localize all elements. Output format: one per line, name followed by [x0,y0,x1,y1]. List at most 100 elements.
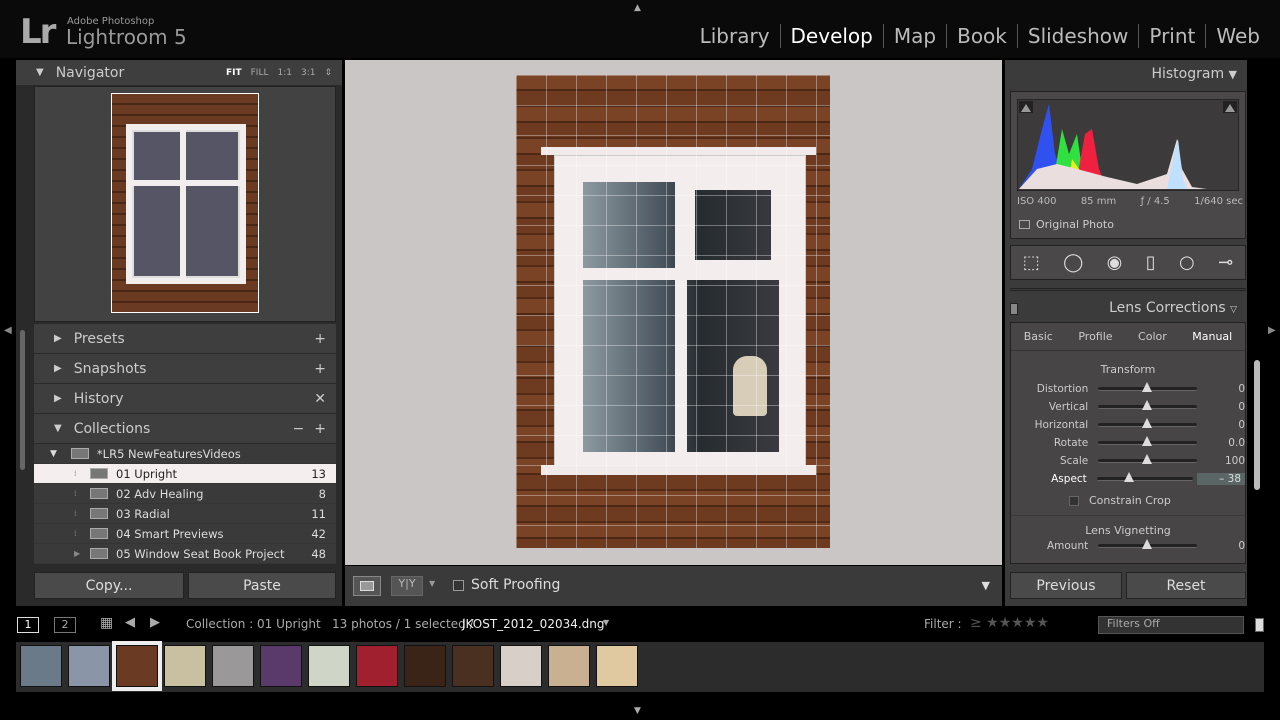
slider-vertical[interactable]: Vertical 0 [1011,398,1245,416]
slider-track[interactable] [1098,436,1197,446]
photo-canvas[interactable] [345,60,1002,565]
module-library[interactable]: Library [690,24,780,48]
right-panel-scrollbar[interactable] [1254,360,1260,490]
zoom-fill[interactable]: FILL [251,68,269,78]
module-print[interactable]: Print [1138,24,1205,48]
slider-track[interactable] [1096,472,1194,482]
module-book[interactable]: Book [946,24,1017,48]
collapse-bottom-arrow-icon[interactable]: ▼ [634,706,641,716]
slider-knob[interactable] [1142,382,1153,392]
lens-tab-color[interactable]: Color [1138,330,1167,343]
filmstrip-thumbnail[interactable] [548,645,590,687]
right-panel-toggle-icon[interactable]: ▶ [1268,325,1276,336]
soft-proofing-checkbox[interactable] [453,580,464,591]
filter-preset-select[interactable]: Filters Off [1098,616,1244,634]
lens-corrections-header[interactable]: Lens Corrections ▽ [1109,300,1237,316]
slider-knob[interactable] [1142,436,1153,446]
filmstrip-thumbnail[interactable] [260,645,302,687]
constrain-crop-checkbox[interactable] [1069,495,1079,506]
grid-view-icon[interactable]: ▦ [100,615,113,631]
presets-header[interactable]: ▶ Presets + [34,324,336,354]
add-collection-icon[interactable]: + [314,421,326,437]
slider-aspect[interactable]: Aspect – 38 [1011,470,1245,488]
collection-set[interactable]: ▼ *LR5 NewFeaturesVideos [34,444,336,464]
slider-horizontal[interactable]: Horizontal 0 [1011,416,1245,434]
previous-button[interactable]: Previous [1010,572,1122,599]
left-panel-scrollbar[interactable] [20,330,25,470]
collection-item[interactable]: ⁞ 02 Adv Healing 8 [34,484,336,504]
filename-dropdown-icon[interactable]: ▼ [603,618,609,627]
slider-knob[interactable] [1142,539,1153,549]
loupe-view-button[interactable] [353,576,381,596]
filmstrip-thumbnail[interactable] [500,645,542,687]
filmstrip-thumbnail[interactable] [68,645,110,687]
slider-track[interactable] [1098,418,1197,428]
copy-button[interactable]: Copy... [34,572,184,599]
slider-amount[interactable]: Amount 0 [1011,537,1245,555]
slider-scale[interactable]: Scale 100 [1011,452,1245,470]
slider-track[interactable] [1098,400,1197,410]
spot-removal-icon[interactable]: ◯ [1063,252,1083,273]
collection-item[interactable]: ⁞ 04 Smart Previews 42 [34,524,336,544]
lens-tab-manual[interactable]: Manual [1192,330,1232,343]
filter-lock-toggle[interactable] [1255,618,1264,632]
lens-tab-basic[interactable]: Basic [1024,330,1053,343]
rating-filter-stars[interactable]: ≥ ★★★★★ [970,615,1049,631]
slider-value[interactable]: – 38 [1197,473,1245,485]
red-eye-icon[interactable]: ◉ [1107,252,1123,273]
graduated-filter-icon[interactable]: ▯ [1146,252,1156,273]
paste-button[interactable]: Paste [188,572,336,599]
remove-collection-icon[interactable]: − [293,421,305,437]
zoom-3-1[interactable]: 3:1 [301,68,315,78]
left-panel-toggle-icon[interactable]: ◀ [4,325,12,336]
module-slideshow[interactable]: Slideshow [1016,24,1139,48]
collection-item[interactable]: ⁞ 03 Radial 11 [34,504,336,524]
lens-tab-profile[interactable]: Profile [1078,330,1112,343]
filmstrip-thumbnail[interactable] [596,645,638,687]
slider-track[interactable] [1098,454,1197,464]
add-preset-icon[interactable]: + [314,331,326,347]
collection-item[interactable]: ⁞ 01 Upright 13 [34,464,336,484]
histogram-header[interactable]: Histogram ▼ [1151,66,1237,82]
panel-toggle-switch[interactable] [1010,303,1018,315]
adjustment-brush-icon[interactable]: ⊸ [1218,252,1233,273]
back-arrow-icon[interactable]: ◀ [125,615,135,630]
module-map[interactable]: Map [882,24,946,48]
view-options-dropdown-icon[interactable]: ▼ [429,579,435,588]
constrain-crop-row[interactable]: Constrain Crop [1069,494,1245,507]
add-snapshot-icon[interactable]: + [314,361,326,377]
zoom-1-1[interactable]: 1:1 [277,68,291,78]
filmstrip-thumbnail[interactable] [212,645,254,687]
window-1-button[interactable]: 1 [17,617,39,633]
collapse-top-arrow-icon[interactable]: ▲ [634,3,641,13]
history-header[interactable]: ▶ History ✕ [34,384,336,414]
snapshots-header[interactable]: ▶ Snapshots + [34,354,336,384]
crop-overlay-icon[interactable]: ⬚ [1023,252,1040,273]
slider-knob[interactable] [1142,400,1153,410]
filmstrip-thumbnail[interactable] [452,645,494,687]
slider-distortion[interactable]: Distortion 0 [1011,380,1245,398]
filename[interactable]: JKOST_2012_02034.dng [462,617,605,631]
clear-history-icon[interactable]: ✕ [314,391,326,407]
toolbar-menu-icon[interactable]: ▼ [982,579,990,592]
collection-item[interactable]: ▶ 05 Window Seat Book Project 48 [34,544,336,564]
module-develop[interactable]: Develop [779,24,883,48]
radial-filter-icon[interactable]: ○ [1179,252,1195,273]
slider-knob[interactable] [1142,418,1153,428]
module-web[interactable]: Web [1205,24,1270,48]
before-after-view-button[interactable]: Y|Y [391,576,423,596]
navigator-preview[interactable] [34,86,336,322]
filmstrip-thumbnail[interactable] [112,641,162,691]
navigator-header[interactable]: ▼ Navigator FIT FILL 1:1 3:1 ⇕ [16,60,342,86]
filmstrip-thumbnail[interactable] [308,645,350,687]
slider-rotate[interactable]: Rotate 0.0 [1011,434,1245,452]
window-2-button[interactable]: 2 [54,617,76,633]
original-photo-checkbox[interactable] [1019,220,1030,229]
zoom-stepper-icon[interactable]: ⇕ [324,68,332,78]
histogram-graph[interactable] [1017,99,1239,191]
filmstrip-thumbnail[interactable] [404,645,446,687]
filmstrip-thumbnail[interactable] [164,645,206,687]
reset-button[interactable]: Reset [1126,572,1246,599]
collection-source[interactable]: Collection : 01 Upright [186,617,321,631]
filmstrip-thumbnail[interactable] [20,645,62,687]
